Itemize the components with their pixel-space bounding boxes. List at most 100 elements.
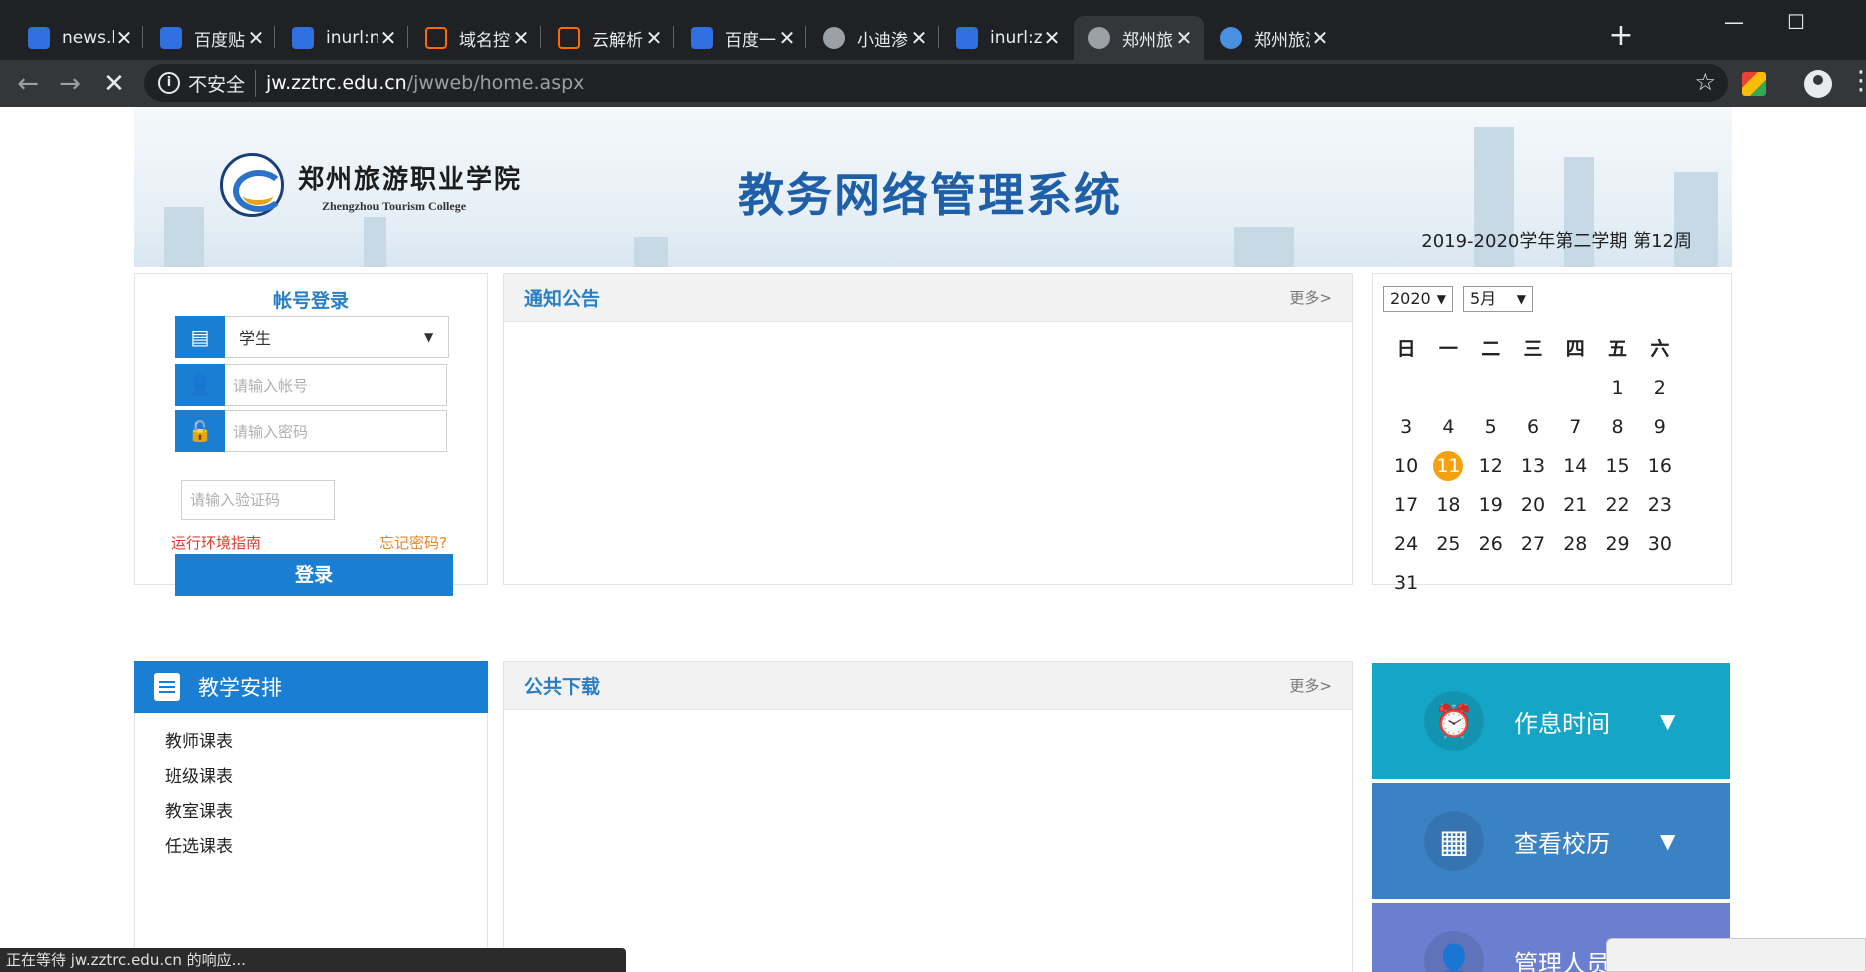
browser-tab[interactable]: 百度贴吧-✕ [146,16,276,60]
browser-tab[interactable]: 百度一下✕ [677,16,807,60]
calendar-day[interactable]: 22 [1596,486,1638,525]
header-banner: 郑州旅游职业学院 Zhengzhou Tourism College 教务网络管… [134,107,1732,267]
teaching-item-classroom-schedule[interactable]: 教室课表 [165,795,487,830]
env-guide-link[interactable]: 运行环境指南 [171,532,261,553]
close-icon[interactable]: ✕ [1310,26,1330,50]
calendar-day[interactable]: 30 [1639,525,1681,564]
address-bar[interactable]: i 不安全 jw.zztrc.edu.cn/jwweb/home.aspx ☆ [144,64,1728,102]
calendar-day[interactable]: 26 [1470,525,1512,564]
teaching-item-class-schedule[interactable]: 班级课表 [165,760,487,795]
baidu-paw-icon [691,27,713,49]
calendar-icon: ▦ [1424,811,1484,871]
calendar-day[interactable]: 1 [1596,369,1638,408]
calendar-day[interactable]: 13 [1512,447,1554,486]
teaching-item-elective-schedule[interactable]: 任选课表 [165,830,487,865]
calendar-day[interactable]: 18 [1427,486,1469,525]
info-icon[interactable]: i [158,72,180,94]
browser-menu-icon[interactable]: ⋮ [1848,66,1866,96]
calendar-day[interactable]: 21 [1554,486,1596,525]
calendar-day-today[interactable]: 11 [1427,447,1469,486]
browser-tab[interactable]: 云解析 D✕ [544,16,674,60]
term-week-label: 2019-2020学年第二学期 第12周 [1421,231,1692,252]
forward-button[interactable]: → [50,64,90,104]
browser-tab[interactable]: inurl:new✕ [278,16,408,60]
browser-tab-strip: news.baic✕百度贴吧-✕inurl:new✕域名控制✕云解析 D✕百度一… [0,0,1866,60]
tile-schedule-time[interactable]: ⏰ 作息时间 ▼ [1372,663,1730,779]
login-button[interactable]: 登录 [175,554,453,596]
close-icon[interactable]: ✕ [114,26,134,50]
stop-loading-button[interactable]: ✕ [94,64,134,104]
overlay-popup[interactable] [1606,938,1866,972]
downloads-more-link[interactable]: 更多> [1289,675,1332,696]
close-icon[interactable]: ✕ [909,26,929,50]
city-silhouette [634,237,668,267]
close-icon[interactable]: ✕ [644,26,664,50]
close-icon[interactable]: ✕ [378,26,398,50]
role-select[interactable]: ▤ 学生 ▼ [175,315,449,358]
year-select[interactable]: 2020 ▼ [1383,286,1453,312]
close-icon[interactable]: ✕ [246,26,266,50]
minimize-window-button[interactable]: — [1714,4,1754,40]
system-title: 教务网络管理系统 [738,168,1122,222]
calendar-day[interactable]: 23 [1639,486,1681,525]
calendar-day[interactable]: 15 [1596,447,1638,486]
browser-tab[interactable]: inurl:zztr✕ [942,16,1072,60]
calendar-day[interactable]: 12 [1470,447,1512,486]
calendar-day[interactable]: 20 [1512,486,1554,525]
teaching-item-teacher-schedule[interactable]: 教师课表 [165,725,487,760]
tab-title: 郑州旅游 [1122,30,1174,51]
calendar-day[interactable]: 17 [1385,486,1427,525]
browser-tab[interactable]: news.baic✕ [14,16,144,60]
calendar-day[interactable]: 5 [1470,408,1512,447]
notices-panel: 通知公告 更多> [503,273,1353,585]
calendar-day[interactable]: 8 [1596,408,1638,447]
extension-icon[interactable] [1742,72,1766,96]
calendar-day[interactable]: 16 [1639,447,1681,486]
calendar-day[interactable]: 25 [1427,525,1469,564]
calendar-day[interactable]: 9 [1639,408,1681,447]
calendar-day[interactable]: 4 [1427,408,1469,447]
browser-tab[interactable]: 小迪渗透✕ [809,16,939,60]
calendar-day[interactable]: 29 [1596,525,1638,564]
browser-tab[interactable]: 域名控制✕ [411,16,541,60]
weekday-header: 日 [1396,338,1416,360]
notices-title: 通知公告 [524,288,601,310]
forgot-password-link[interactable]: 忘记密码? [379,532,447,553]
calendar-day[interactable]: 31 [1385,564,1427,603]
calendar-day[interactable]: 6 [1512,408,1554,447]
account-placeholder: 请输入帐号 [233,376,309,395]
calendar-day[interactable]: 7 [1554,408,1596,447]
browser-tab[interactable]: 郑州旅游✕ [1074,16,1204,60]
user-icon: 👤 [175,363,225,406]
security-label[interactable]: 不安全 [188,69,257,97]
captcha-field[interactable]: 请输入验证码 [181,480,335,520]
new-tab-button[interactable]: + [1606,18,1636,54]
close-icon[interactable]: ✕ [777,26,797,50]
calendar-day[interactable]: 3 [1385,408,1427,447]
close-icon[interactable]: ✕ [511,26,531,50]
web-page: 郑州旅游职业学院 Zhengzhou Tourism College 教务网络管… [0,107,1866,972]
back-button[interactable]: ← [8,64,48,104]
chrome-icon [1220,27,1242,49]
account-field[interactable]: 👤 请输入帐号 [175,363,447,406]
calendar-day[interactable]: 14 [1554,447,1596,486]
calendar-grid: 日一二三四五六 1 2 3 4 5 6 7 8 9 10 11 12 13 14 15 16 17 18 19 20 21… [1385,330,1681,603]
calendar-day[interactable]: 28 [1554,525,1596,564]
maximize-window-button[interactable]: ☐ [1776,4,1816,40]
role-value: 学生 [239,329,272,348]
calendar-day[interactable]: 24 [1385,525,1427,564]
tab-separator [407,26,408,48]
tile-school-calendar[interactable]: ▦ 查看校历 ▼ [1372,783,1730,899]
calendar-day[interactable]: 10 [1385,447,1427,486]
notices-more-link[interactable]: 更多> [1289,287,1332,308]
bookmark-star-icon[interactable]: ☆ [1694,68,1716,96]
password-field[interactable]: 🔓 请输入密码 [175,409,447,452]
month-select[interactable]: 5月 ▼ [1463,286,1533,312]
browser-tab[interactable]: 郑州旅游✕ [1206,16,1340,60]
calendar-day[interactable]: 27 [1512,525,1554,564]
calendar-day[interactable]: 19 [1470,486,1512,525]
close-icon[interactable]: ✕ [1174,26,1194,50]
close-icon[interactable]: ✕ [1042,26,1062,50]
calendar-day[interactable]: 2 [1639,369,1681,408]
profile-icon[interactable] [1804,70,1832,98]
